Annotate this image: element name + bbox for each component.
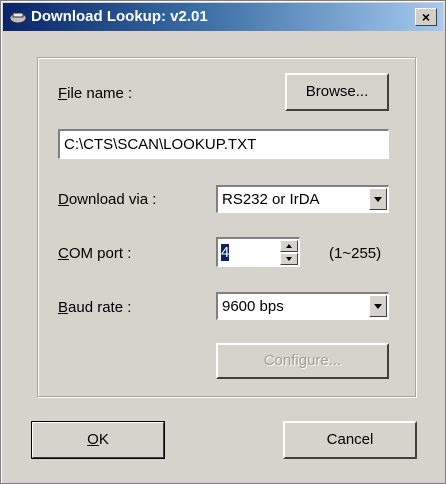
baud-rate-select[interactable]: 9600 bps xyxy=(216,292,389,320)
download-via-value: RS232 or IrDA xyxy=(222,191,320,208)
download-via-label: Download via : xyxy=(58,191,157,208)
com-port-label: COM port : xyxy=(58,245,132,262)
chevron-down-icon[interactable] xyxy=(369,188,387,210)
baud-rate-label: Baud rate : xyxy=(58,299,132,316)
baud-rate-value: 9600 bps xyxy=(222,298,284,315)
file-name-label: File name : xyxy=(58,85,133,102)
spin-up-icon[interactable] xyxy=(280,240,298,252)
close-icon: × xyxy=(421,9,431,25)
ok-button-label: OK xyxy=(87,431,109,448)
cancel-button-label: Cancel xyxy=(326,431,374,448)
com-port-range-hint: (1~255) xyxy=(329,245,382,262)
chevron-down-icon[interactable] xyxy=(369,295,387,317)
app-icon xyxy=(9,12,27,24)
close-button[interactable]: × xyxy=(415,8,437,26)
configure-button: Configure... xyxy=(216,343,389,379)
com-port-input[interactable]: 4 xyxy=(216,237,300,267)
window-title: Download Lookup: v2.01 xyxy=(31,8,208,25)
download-via-select[interactable]: RS232 or IrDA xyxy=(216,185,389,213)
browse-button[interactable]: Browse... xyxy=(285,73,389,111)
file-path-input[interactable]: C:\CTS\SCAN\LOOKUP.TXT xyxy=(58,129,389,159)
spin-down-icon[interactable] xyxy=(280,253,298,265)
com-port-value: 4 xyxy=(221,244,230,261)
download-lookup-dialog: Download Lookup: v2.01 × File name : Bro… xyxy=(0,0,446,484)
title-bar: Download Lookup: v2.01 × xyxy=(3,3,443,31)
file-path-value: C:\CTS\SCAN\LOOKUP.TXT xyxy=(64,136,257,153)
cancel-button[interactable]: Cancel xyxy=(283,421,417,459)
ok-button[interactable]: OK xyxy=(31,421,165,459)
browse-button-label: Browse... xyxy=(305,83,369,100)
configure-button-label: Configure... xyxy=(263,352,342,369)
